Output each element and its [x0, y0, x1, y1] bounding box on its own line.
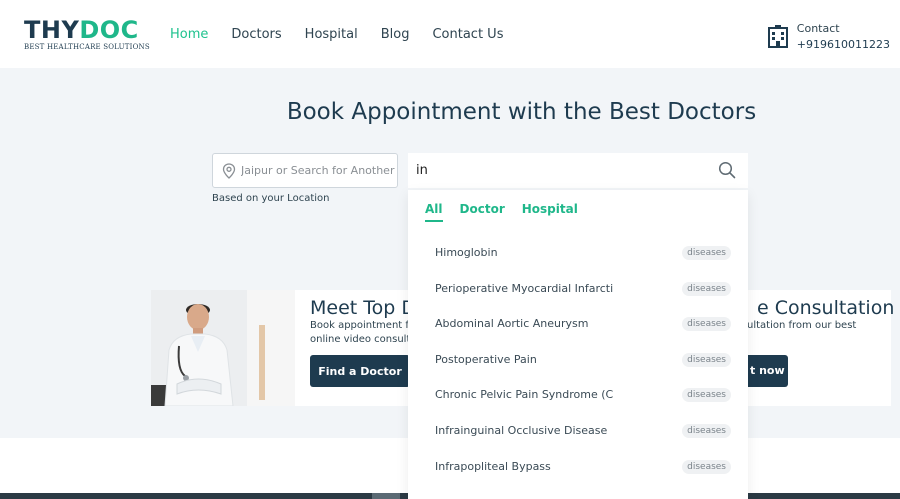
main-nav: Home Doctors Hospital Blog Contact Us: [170, 27, 503, 42]
tab-doctor[interactable]: Doctor: [460, 202, 505, 222]
search-suggestions-dropdown: All Doctor Hospital Himoglobin diseases …: [408, 190, 748, 499]
contact-phone[interactable]: +919610011223: [797, 37, 890, 53]
site-header: THYDOC BEST HEALTHCARE SOLUTIONS Home Do…: [0, 0, 900, 68]
contact-label: Contact: [796, 22, 840, 35]
find-doctor-button[interactable]: Find a Doctor: [310, 355, 410, 387]
search-field[interactable]: [408, 153, 748, 188]
suggestion-item[interactable]: Infrapopliteal Bypass diseases: [408, 450, 748, 486]
suggestion-tabs: All Doctor Hospital: [425, 202, 578, 222]
tab-hospital[interactable]: Hospital: [522, 202, 578, 222]
location-input[interactable]: [240, 154, 396, 187]
logo-tagline: BEST HEALTHCARE SOLUTIONS: [24, 43, 150, 51]
nav-hospital[interactable]: Hospital: [305, 27, 358, 42]
location-pin-icon: [222, 163, 236, 179]
footer-strip-segment: [372, 493, 400, 499]
suggestion-badge: diseases: [682, 459, 731, 474]
suggestion-label: Abdominal Aortic Aneurysm: [435, 317, 589, 331]
suggestion-item[interactable]: Perioperative Myocardial Infarcti diseas…: [408, 272, 748, 308]
banner-desc-line1: Book appointment f: [310, 320, 409, 331]
contact-text: Contact +919610011223: [797, 21, 890, 53]
suggestion-badge: diseases: [682, 317, 731, 332]
nav-home[interactable]: Home: [170, 27, 208, 42]
suggestion-badge: diseases: [682, 423, 731, 438]
suggestion-label: Chronic Pelvic Pain Syndrome (C: [435, 388, 614, 402]
doctor-illustration: [151, 290, 295, 406]
suggestion-badge: diseases: [682, 388, 731, 403]
search-icon[interactable]: [718, 161, 736, 179]
suggestion-item[interactable]: Himoglobin diseases: [408, 236, 748, 272]
logo-doc: DOC: [79, 16, 139, 44]
suggestion-item[interactable]: Postoperative Pain diseases: [408, 343, 748, 379]
nav-blog[interactable]: Blog: [381, 27, 410, 42]
banner-heading-right: e Consultation: [757, 297, 895, 319]
logo-wordmark: THYDOC: [24, 18, 150, 42]
suggestion-item[interactable]: Infrainguinal Occlusive Disease diseases: [408, 414, 748, 450]
suggestion-badge: diseases: [682, 246, 731, 260]
suggestion-label: Postoperative Pain: [435, 352, 537, 366]
banner-desc-line2: online video consult: [310, 334, 411, 345]
contact-info: Contact +919610011223: [767, 21, 890, 53]
suggestion-list: Himoglobin diseases Perioperative Myocar…: [408, 236, 748, 485]
suggestion-badge: diseases: [682, 281, 731, 296]
location-field[interactable]: [212, 153, 398, 188]
banner-desc-right: ultation from our best: [747, 320, 857, 331]
location-caption: Based on your Location: [212, 193, 330, 204]
nav-doctors[interactable]: Doctors: [231, 27, 281, 42]
suggestion-item[interactable]: Abdominal Aortic Aneurysm diseases: [408, 307, 748, 343]
logo-thy: THY: [24, 16, 80, 44]
hospital-building-icon: [767, 25, 788, 48]
suggestion-label: Infrainguinal Occlusive Disease: [435, 423, 608, 437]
search-input[interactable]: [416, 153, 706, 188]
suggestion-badge: diseases: [682, 352, 731, 367]
suggestion-label: Infrapopliteal Bypass: [435, 459, 551, 473]
tab-all[interactable]: All: [425, 202, 443, 222]
nav-contact-us[interactable]: Contact Us: [432, 27, 503, 42]
doctor-photo: [151, 290, 295, 406]
logo[interactable]: THYDOC BEST HEALTHCARE SOLUTIONS: [24, 18, 150, 51]
suggestion-item[interactable]: Chronic Pelvic Pain Syndrome (C diseases: [408, 378, 748, 414]
suggestion-label: Perioperative Myocardial Infarcti: [435, 281, 614, 295]
hero-title: Book Appointment with the Best Doctors: [286, 99, 757, 125]
banner-heading-left: Meet Top D: [310, 297, 416, 319]
suggestion-label: Himoglobin: [435, 246, 498, 259]
